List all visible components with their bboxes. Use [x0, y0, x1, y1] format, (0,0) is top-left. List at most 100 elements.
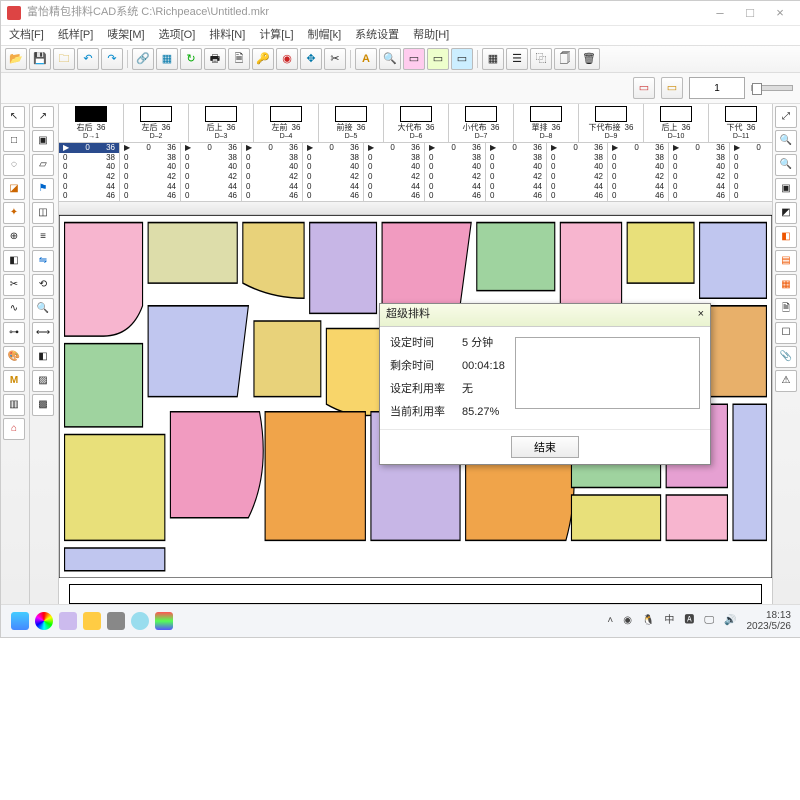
warn-icon[interactable]: ⚠ [775, 370, 797, 392]
book-icon[interactable]: ▦ [775, 274, 797, 296]
tool-a-icon[interactable]: ▦ [156, 48, 178, 70]
doc-icon[interactable]: 🗍 [554, 48, 576, 70]
redo-icon[interactable]: ↷ [101, 48, 123, 70]
cursor-icon[interactable]: ↖ [3, 106, 25, 128]
arrow-icon[interactable]: ↗ [32, 106, 54, 128]
tray-up-icon[interactable]: ˄ [607, 615, 613, 627]
strip-cell[interactable]: 左后36D–2 [124, 104, 189, 142]
tray-ime-icon[interactable]: 中 [664, 615, 674, 627]
menu-item[interactable]: 帮助[H] [413, 29, 449, 42]
tray-volume-icon[interactable]: 🔊 [724, 615, 736, 627]
app4-icon[interactable] [155, 612, 173, 630]
menu-item[interactable]: 排料[N] [209, 29, 245, 42]
view-a-icon[interactable]: ▭ [633, 77, 655, 99]
curve-icon[interactable]: ∿ [3, 298, 25, 320]
search-icon[interactable]: 🔍 [32, 298, 54, 320]
key-icon[interactable]: 🔑 [252, 48, 274, 70]
rotate-icon[interactable]: ⟲ [32, 274, 54, 296]
strip-cell[interactable]: 單排36D–8 [514, 104, 579, 142]
undo-icon[interactable]: ↶ [77, 48, 99, 70]
measure-icon[interactable]: ⟷ [32, 322, 54, 344]
strip-cell[interactable]: 后上36D–3 [189, 104, 254, 142]
piece-icon[interactable]: ◪ [3, 178, 25, 200]
preview-icon[interactable]: 🗎 [228, 48, 250, 70]
cut-icon[interactable]: ✂ [3, 274, 25, 296]
link-icon[interactable]: 🔗 [132, 48, 154, 70]
strip-cell[interactable]: 下代36D–11 [709, 104, 772, 142]
tray-sync-icon[interactable]: ◉ [623, 615, 632, 627]
marker-canvas[interactable]: 超级排料 × 设定时间 5 分钟 剩余时间 00:04:18 设定利用率 无 当… [59, 215, 772, 578]
app3-icon[interactable] [131, 612, 149, 630]
box-icon[interactable]: ▣ [32, 130, 54, 152]
panel-c-icon[interactable]: ▭ [451, 48, 473, 70]
menu-item[interactable]: 系统设置 [355, 29, 399, 42]
app2-icon[interactable] [59, 612, 77, 630]
group-icon[interactable]: ◫ [32, 202, 54, 224]
palette-icon[interactable]: 🎨 [3, 346, 25, 368]
note-icon[interactable]: ☐ [775, 322, 797, 344]
paint-icon[interactable]: ◧ [3, 250, 25, 272]
zoom2-icon[interactable]: 🔍 [775, 130, 797, 152]
joint-icon[interactable]: ⊶ [3, 322, 25, 344]
menu-item[interactable]: 计算[L] [259, 29, 293, 42]
color-icon[interactable]: ◧ [32, 346, 54, 368]
folder-icon[interactable]: 🗀 [53, 48, 75, 70]
menu-item[interactable]: 唛架[M] [107, 29, 144, 42]
text-icon[interactable]: A [355, 48, 377, 70]
explorer-icon[interactable] [83, 612, 101, 630]
open-icon[interactable]: 📂 [5, 48, 27, 70]
zoom3-icon[interactable]: 🔍 [775, 154, 797, 176]
end-button[interactable]: 结束 [511, 436, 579, 458]
grid-icon[interactable]: ▦ [482, 48, 504, 70]
layers-icon[interactable]: ☰ [506, 48, 528, 70]
zoom-icon[interactable]: 🔍 [379, 48, 401, 70]
move-icon[interactable]: ✥ [300, 48, 322, 70]
flag-icon[interactable]: ⚑ [32, 178, 54, 200]
fit-icon[interactable]: ▣ [775, 178, 797, 200]
sel-icon[interactable]: ◩ [775, 202, 797, 224]
clip-icon[interactable]: 📎 [775, 346, 797, 368]
menu-item[interactable]: 纸样[P] [58, 29, 93, 42]
strip-cell[interactable]: 下代布接36D–9 [579, 104, 644, 142]
ruler-icon[interactable]: ▱ [32, 154, 54, 176]
export-icon[interactable]: ▥ [3, 394, 25, 416]
m-icon[interactable]: M [3, 370, 25, 392]
start-icon[interactable] [11, 612, 29, 630]
zoom-slider[interactable] [751, 85, 793, 91]
app1-icon[interactable] [35, 612, 53, 630]
star-icon[interactable]: ✦ [3, 202, 25, 224]
save-icon[interactable]: 💾 [29, 48, 51, 70]
maximize-button[interactable]: □ [735, 3, 765, 23]
dialog-close-button[interactable]: × [698, 308, 704, 321]
strip-cell[interactable]: 前接36D–5 [319, 104, 384, 142]
minimize-button[interactable]: – [705, 3, 735, 23]
trash-icon[interactable]: 🗑 [578, 48, 600, 70]
print-icon[interactable]: 🖶 [204, 48, 226, 70]
zoom-plus-icon[interactable]: ⊕ [3, 226, 25, 248]
scissors-icon[interactable]: ✂ [324, 48, 346, 70]
settings-icon[interactable] [107, 612, 125, 630]
strip-cell[interactable]: 大代布36D–6 [384, 104, 449, 142]
copy-icon[interactable]: ⿻ [530, 48, 552, 70]
wheel-icon[interactable]: ◉ [276, 48, 298, 70]
g-icon[interactable]: ▩ [32, 394, 54, 416]
home-icon[interactable]: ⌂ [3, 418, 25, 440]
menu-item[interactable]: 选项[O] [159, 29, 196, 42]
page-icon[interactable]: ▤ [775, 250, 797, 272]
doc2-icon[interactable]: 🗎 [775, 298, 797, 320]
strip-cell[interactable]: 右后36D→1 [59, 104, 124, 142]
scale-combo[interactable] [689, 77, 745, 99]
scroll-track[interactable] [69, 584, 762, 604]
strip-cell[interactable]: 后上36D–10 [644, 104, 709, 142]
flip-icon[interactable]: ⇋ [32, 250, 54, 272]
close-button[interactable]: × [765, 3, 795, 23]
tray-net-icon[interactable]: 🅰 [684, 615, 694, 627]
expand-icon[interactable]: ⤢ [775, 106, 797, 128]
strip-cell[interactable]: 左前36D–4 [254, 104, 319, 142]
panel-a-icon[interactable]: ▭ [403, 48, 425, 70]
rect-icon[interactable]: □ [3, 130, 25, 152]
lasso-icon[interactable]: ◌ [3, 154, 25, 176]
refresh-icon[interactable]: ↻ [180, 48, 202, 70]
panel-b-icon[interactable]: ▭ [427, 48, 449, 70]
tray-monitor-icon[interactable]: 🖵 [704, 615, 714, 627]
